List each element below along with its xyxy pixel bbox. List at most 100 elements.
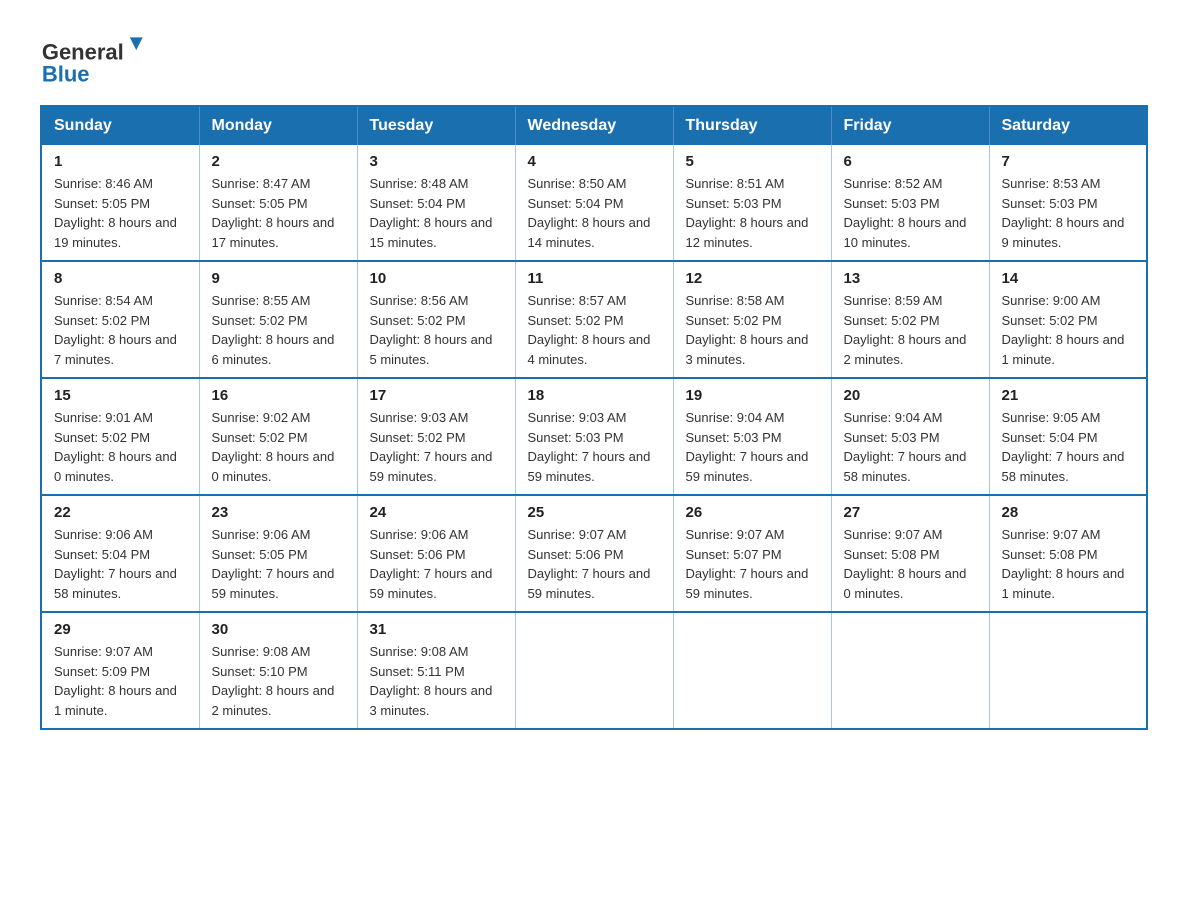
calendar-day-cell: 28 Sunrise: 9:07 AMSunset: 5:08 PMDaylig… xyxy=(989,495,1147,612)
day-number: 2 xyxy=(212,153,345,170)
calendar-day-cell: 13 Sunrise: 8:59 AMSunset: 5:02 PMDaylig… xyxy=(831,261,989,378)
calendar-day-cell: 7 Sunrise: 8:53 AMSunset: 5:03 PMDayligh… xyxy=(989,145,1147,261)
calendar-day-cell: 3 Sunrise: 8:48 AMSunset: 5:04 PMDayligh… xyxy=(357,145,515,261)
day-info: Sunrise: 9:05 AMSunset: 5:04 PMDaylight:… xyxy=(1002,410,1125,484)
calendar-day-cell: 20 Sunrise: 9:04 AMSunset: 5:03 PMDaylig… xyxy=(831,378,989,495)
weekday-header-cell: Sunday xyxy=(41,106,199,145)
calendar-day-cell: 17 Sunrise: 9:03 AMSunset: 5:02 PMDaylig… xyxy=(357,378,515,495)
day-number: 6 xyxy=(844,153,977,170)
day-number: 30 xyxy=(212,621,345,638)
day-number: 10 xyxy=(370,270,503,287)
calendar-day-cell: 31 Sunrise: 9:08 AMSunset: 5:11 PMDaylig… xyxy=(357,612,515,729)
day-info: Sunrise: 9:07 AMSunset: 5:06 PMDaylight:… xyxy=(528,527,651,601)
day-info: Sunrise: 8:54 AMSunset: 5:02 PMDaylight:… xyxy=(54,293,177,367)
day-number: 20 xyxy=(844,387,977,404)
day-number: 24 xyxy=(370,504,503,521)
day-info: Sunrise: 9:06 AMSunset: 5:04 PMDaylight:… xyxy=(54,527,177,601)
day-info: Sunrise: 9:03 AMSunset: 5:03 PMDaylight:… xyxy=(528,410,651,484)
day-info: Sunrise: 8:56 AMSunset: 5:02 PMDaylight:… xyxy=(370,293,493,367)
day-info: Sunrise: 9:08 AMSunset: 5:11 PMDaylight:… xyxy=(370,644,493,718)
calendar-day-cell: 21 Sunrise: 9:05 AMSunset: 5:04 PMDaylig… xyxy=(989,378,1147,495)
calendar-day-cell: 26 Sunrise: 9:07 AMSunset: 5:07 PMDaylig… xyxy=(673,495,831,612)
calendar-day-cell: 15 Sunrise: 9:01 AMSunset: 5:02 PMDaylig… xyxy=(41,378,199,495)
weekday-header-cell: Thursday xyxy=(673,106,831,145)
calendar-day-cell: 11 Sunrise: 8:57 AMSunset: 5:02 PMDaylig… xyxy=(515,261,673,378)
weekday-header-row: SundayMondayTuesdayWednesdayThursdayFrid… xyxy=(41,106,1147,145)
calendar-table: SundayMondayTuesdayWednesdayThursdayFrid… xyxy=(40,105,1148,730)
day-number: 17 xyxy=(370,387,503,404)
day-info: Sunrise: 9:07 AMSunset: 5:09 PMDaylight:… xyxy=(54,644,177,718)
calendar-day-cell: 1 Sunrise: 8:46 AMSunset: 5:05 PMDayligh… xyxy=(41,145,199,261)
calendar-day-cell: 23 Sunrise: 9:06 AMSunset: 5:05 PMDaylig… xyxy=(199,495,357,612)
calendar-day-cell: 12 Sunrise: 8:58 AMSunset: 5:02 PMDaylig… xyxy=(673,261,831,378)
weekday-header-cell: Wednesday xyxy=(515,106,673,145)
day-number: 9 xyxy=(212,270,345,287)
calendar-week-row: 29 Sunrise: 9:07 AMSunset: 5:09 PMDaylig… xyxy=(41,612,1147,729)
weekday-header-cell: Tuesday xyxy=(357,106,515,145)
day-number: 5 xyxy=(686,153,819,170)
day-info: Sunrise: 9:07 AMSunset: 5:08 PMDaylight:… xyxy=(844,527,967,601)
day-number: 18 xyxy=(528,387,661,404)
calendar-day-cell xyxy=(673,612,831,729)
calendar-day-cell xyxy=(989,612,1147,729)
day-info: Sunrise: 8:50 AMSunset: 5:04 PMDaylight:… xyxy=(528,176,651,250)
day-info: Sunrise: 8:53 AMSunset: 5:03 PMDaylight:… xyxy=(1002,176,1125,250)
day-number: 23 xyxy=(212,504,345,521)
calendar-day-cell: 22 Sunrise: 9:06 AMSunset: 5:04 PMDaylig… xyxy=(41,495,199,612)
day-number: 26 xyxy=(686,504,819,521)
calendar-day-cell: 19 Sunrise: 9:04 AMSunset: 5:03 PMDaylig… xyxy=(673,378,831,495)
day-number: 16 xyxy=(212,387,345,404)
day-info: Sunrise: 8:48 AMSunset: 5:04 PMDaylight:… xyxy=(370,176,493,250)
weekday-header-cell: Monday xyxy=(199,106,357,145)
day-info: Sunrise: 9:03 AMSunset: 5:02 PMDaylight:… xyxy=(370,410,493,484)
calendar-day-cell: 2 Sunrise: 8:47 AMSunset: 5:05 PMDayligh… xyxy=(199,145,357,261)
calendar-day-cell: 30 Sunrise: 9:08 AMSunset: 5:10 PMDaylig… xyxy=(199,612,357,729)
day-number: 13 xyxy=(844,270,977,287)
day-info: Sunrise: 9:06 AMSunset: 5:06 PMDaylight:… xyxy=(370,527,493,601)
day-number: 3 xyxy=(370,153,503,170)
day-number: 28 xyxy=(1002,504,1135,521)
calendar-day-cell: 25 Sunrise: 9:07 AMSunset: 5:06 PMDaylig… xyxy=(515,495,673,612)
calendar-day-cell xyxy=(831,612,989,729)
day-info: Sunrise: 8:52 AMSunset: 5:03 PMDaylight:… xyxy=(844,176,967,250)
day-info: Sunrise: 9:07 AMSunset: 5:07 PMDaylight:… xyxy=(686,527,809,601)
weekday-header-cell: Saturday xyxy=(989,106,1147,145)
day-number: 11 xyxy=(528,270,661,287)
day-info: Sunrise: 9:06 AMSunset: 5:05 PMDaylight:… xyxy=(212,527,335,601)
day-info: Sunrise: 9:02 AMSunset: 5:02 PMDaylight:… xyxy=(212,410,335,484)
day-info: Sunrise: 9:08 AMSunset: 5:10 PMDaylight:… xyxy=(212,644,335,718)
svg-text:Blue: Blue xyxy=(42,61,90,85)
calendar-day-cell xyxy=(515,612,673,729)
day-number: 8 xyxy=(54,270,187,287)
day-number: 19 xyxy=(686,387,819,404)
calendar-day-cell: 18 Sunrise: 9:03 AMSunset: 5:03 PMDaylig… xyxy=(515,378,673,495)
day-number: 31 xyxy=(370,621,503,638)
day-info: Sunrise: 8:58 AMSunset: 5:02 PMDaylight:… xyxy=(686,293,809,367)
day-info: Sunrise: 9:01 AMSunset: 5:02 PMDaylight:… xyxy=(54,410,177,484)
calendar-day-cell: 29 Sunrise: 9:07 AMSunset: 5:09 PMDaylig… xyxy=(41,612,199,729)
weekday-header-cell: Friday xyxy=(831,106,989,145)
day-number: 12 xyxy=(686,270,819,287)
calendar-week-row: 1 Sunrise: 8:46 AMSunset: 5:05 PMDayligh… xyxy=(41,145,1147,261)
day-number: 29 xyxy=(54,621,187,638)
day-number: 15 xyxy=(54,387,187,404)
day-info: Sunrise: 9:07 AMSunset: 5:08 PMDaylight:… xyxy=(1002,527,1125,601)
day-number: 27 xyxy=(844,504,977,521)
day-info: Sunrise: 8:57 AMSunset: 5:02 PMDaylight:… xyxy=(528,293,651,367)
day-info: Sunrise: 8:59 AMSunset: 5:02 PMDaylight:… xyxy=(844,293,967,367)
day-number: 22 xyxy=(54,504,187,521)
calendar-day-cell: 5 Sunrise: 8:51 AMSunset: 5:03 PMDayligh… xyxy=(673,145,831,261)
day-number: 21 xyxy=(1002,387,1135,404)
day-number: 25 xyxy=(528,504,661,521)
day-info: Sunrise: 9:04 AMSunset: 5:03 PMDaylight:… xyxy=(686,410,809,484)
calendar-day-cell: 27 Sunrise: 9:07 AMSunset: 5:08 PMDaylig… xyxy=(831,495,989,612)
calendar-day-cell: 24 Sunrise: 9:06 AMSunset: 5:06 PMDaylig… xyxy=(357,495,515,612)
day-info: Sunrise: 8:46 AMSunset: 5:05 PMDaylight:… xyxy=(54,176,177,250)
day-number: 1 xyxy=(54,153,187,170)
day-info: Sunrise: 8:51 AMSunset: 5:03 PMDaylight:… xyxy=(686,176,809,250)
calendar-day-cell: 4 Sunrise: 8:50 AMSunset: 5:04 PMDayligh… xyxy=(515,145,673,261)
day-number: 4 xyxy=(528,153,661,170)
calendar-week-row: 22 Sunrise: 9:06 AMSunset: 5:04 PMDaylig… xyxy=(41,495,1147,612)
day-number: 14 xyxy=(1002,270,1135,287)
calendar-day-cell: 6 Sunrise: 8:52 AMSunset: 5:03 PMDayligh… xyxy=(831,145,989,261)
